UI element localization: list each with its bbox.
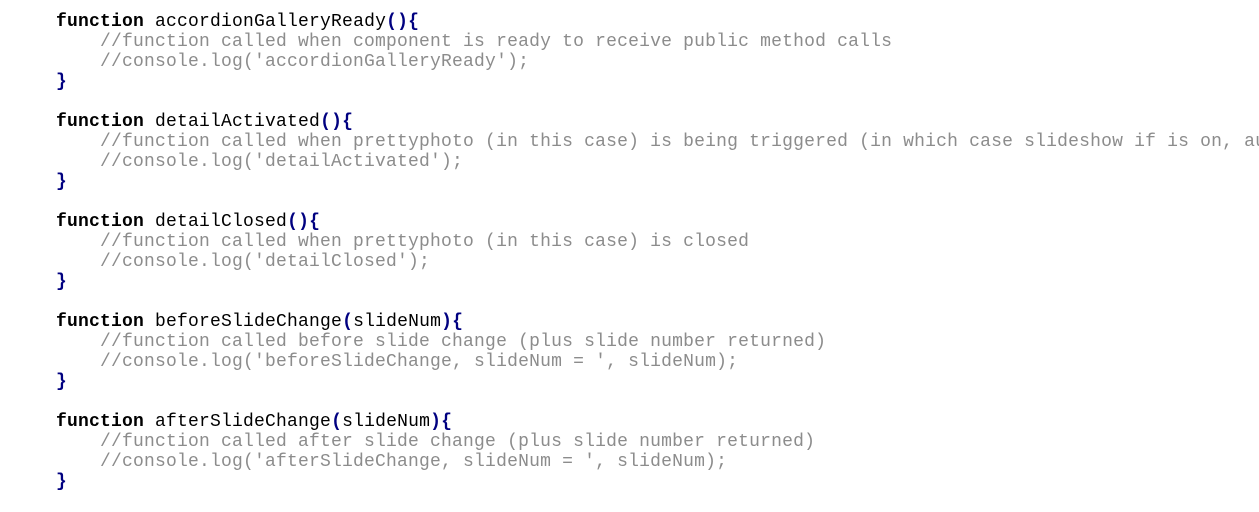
comment-line: //console.log('detailActivated'); [100, 152, 464, 172]
function-block: function beforeSlideChange(slideNum){//f… [56, 312, 1259, 412]
comment-line: //console.log('afterSlideChange, slideNu… [100, 452, 728, 472]
function-name: accordionGalleryReady [155, 12, 387, 32]
close-paren-brace: ){ [441, 312, 464, 332]
keyword: function [56, 312, 145, 332]
comment-line: //function called when prettyphoto (in t… [100, 132, 1259, 152]
function-param: slideNum [342, 412, 431, 432]
keyword: function [56, 212, 145, 232]
closing-brace: } [56, 72, 68, 92]
close-paren-brace: ){ [298, 212, 321, 232]
keyword: function [56, 112, 145, 132]
keyword: function [56, 412, 145, 432]
closing-brace: } [56, 272, 68, 292]
function-name: afterSlideChange [155, 412, 332, 432]
function-block: function detailClosed(){//function calle… [56, 212, 1259, 312]
comment-line: //console.log('accordionGalleryReady'); [100, 52, 530, 72]
function-signature: function detailClosed(){ [56, 212, 1259, 232]
comment-line: //console.log('beforeSlideChange, slideN… [100, 352, 739, 372]
open-paren: ( [287, 212, 299, 232]
function-signature: function beforeSlideChange(slideNum){ [56, 312, 1259, 332]
closing-brace: } [56, 372, 68, 392]
close-paren-brace: ){ [430, 412, 453, 432]
function-signature: function accordionGalleryReady(){ [56, 12, 1259, 32]
open-paren: ( [386, 12, 398, 32]
function-name: beforeSlideChange [155, 312, 343, 332]
function-name: detailClosed [155, 212, 288, 232]
open-paren: ( [331, 412, 343, 432]
close-paren-brace: ){ [397, 12, 420, 32]
open-paren: ( [320, 112, 332, 132]
comment-line: //function called before slide change (p… [100, 332, 827, 352]
function-signature: function afterSlideChange(slideNum){ [56, 412, 1259, 432]
comment-line: //function called when component is read… [100, 32, 893, 52]
function-block: function detailActivated(){//function ca… [56, 112, 1259, 212]
comment-line: //function called when prettyphoto (in t… [100, 232, 750, 252]
open-paren: ( [342, 312, 354, 332]
comment-line: //function called after slide change (pl… [100, 432, 816, 452]
keyword: function [56, 12, 145, 32]
code-editor[interactable]: function accordionGalleryReady(){//funct… [56, 12, 1259, 512]
comment-line: //console.log('detailClosed'); [100, 252, 431, 272]
function-name: detailActivated [155, 112, 321, 132]
function-block: function afterSlideChange(slideNum){//fu… [56, 412, 1259, 512]
function-param: slideNum [353, 312, 442, 332]
function-block: function accordionGalleryReady(){//funct… [56, 12, 1259, 112]
close-paren-brace: ){ [331, 112, 354, 132]
function-signature: function detailActivated(){ [56, 112, 1259, 132]
closing-brace: } [56, 472, 68, 492]
closing-brace: } [56, 172, 68, 192]
